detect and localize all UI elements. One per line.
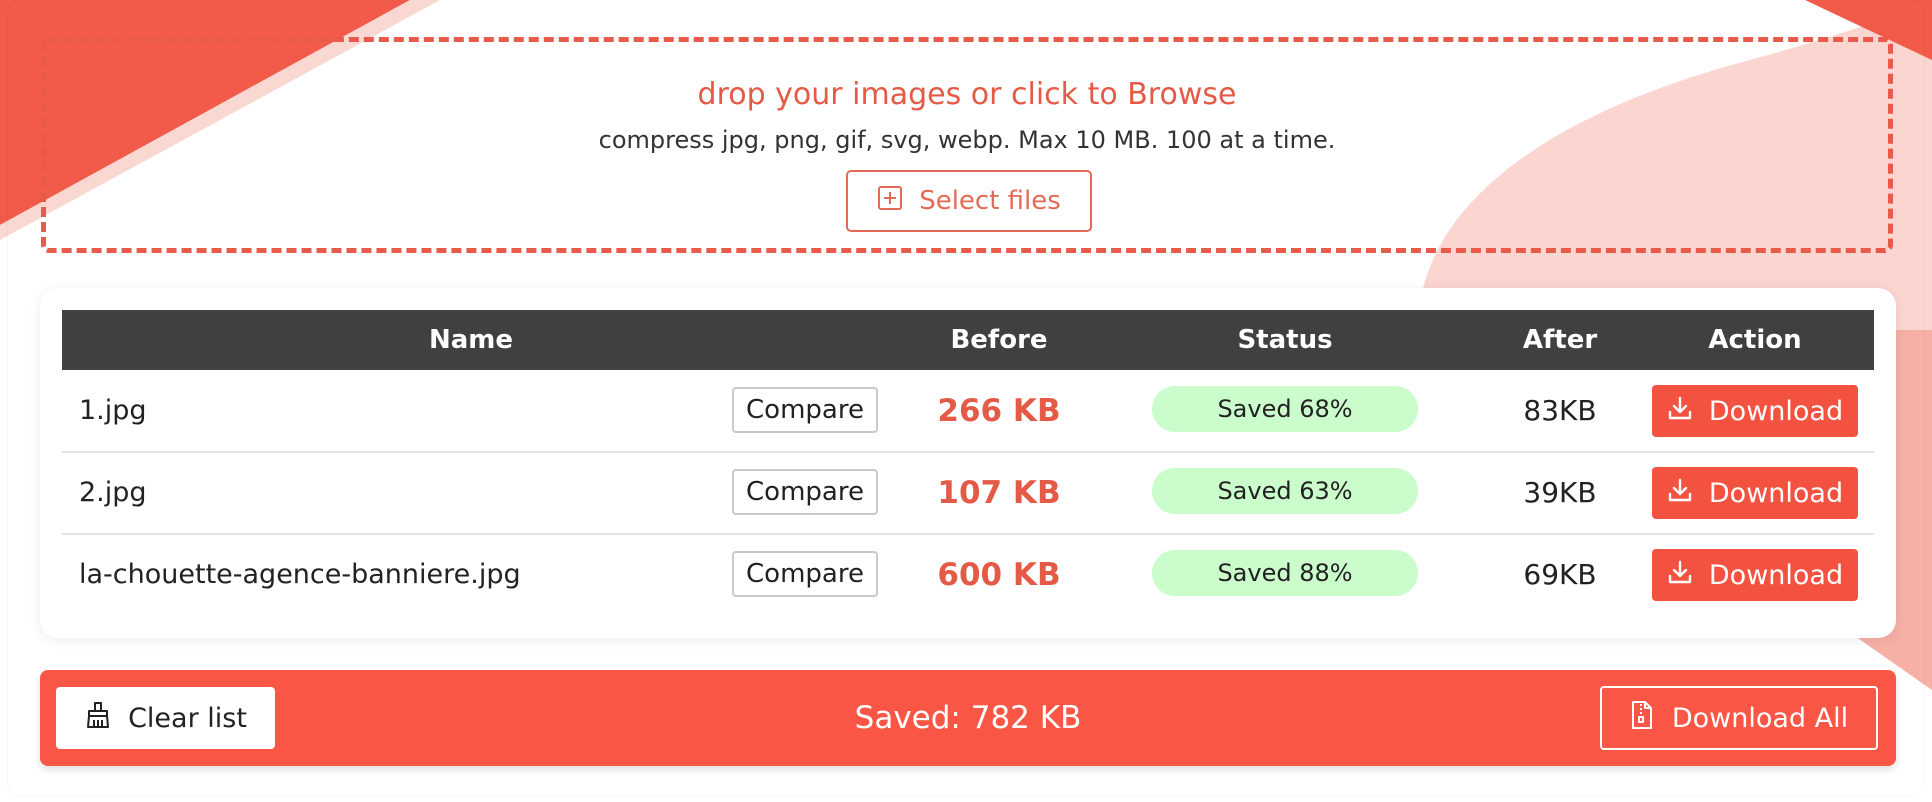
size-before: 600 KB (937, 556, 1061, 593)
select-files-label: Select files (919, 186, 1061, 216)
file-name: 1.jpg (79, 395, 147, 426)
header-after: After (1522, 325, 1598, 355)
download-all-button[interactable]: Download All (1600, 686, 1878, 750)
file-name: la-chouette-agence-banniere.jpg (79, 559, 521, 590)
size-after: 69KB (1523, 558, 1597, 591)
download-all-label: Download All (1671, 702, 1849, 734)
compare-button[interactable]: Compare (732, 551, 878, 597)
upload-dropzone[interactable]: drop your images or click to Browse comp… (41, 37, 1893, 253)
table-row: 1.jpg Compare 266 KB Saved 68% 83KB Down… (62, 370, 1874, 453)
compare-button[interactable]: Compare (732, 387, 878, 433)
file-name: 2.jpg (79, 477, 147, 508)
status-badge: Saved 88% (1152, 550, 1418, 596)
size-before: 266 KB (937, 392, 1061, 429)
download-icon (1667, 395, 1693, 428)
table-row: la-chouette-agence-banniere.jpg Compare … (62, 534, 1874, 615)
download-label: Download (1708, 559, 1844, 591)
footer-action-bar: Clear list Saved: 782 KB Download All (40, 670, 1896, 766)
header-before: Before (950, 325, 1048, 355)
download-icon (1667, 477, 1693, 510)
zip-file-icon (1630, 700, 1654, 737)
results-table: Name Before Status After Action 1.jpg Co… (40, 288, 1896, 638)
select-files-button[interactable]: Select files (846, 170, 1092, 232)
dropzone-title: drop your images or click to Browse (697, 77, 1237, 112)
download-button[interactable]: Download (1652, 385, 1858, 437)
compare-button[interactable]: Compare (732, 469, 878, 515)
table-header: Name Before Status After Action (62, 310, 1874, 370)
download-label: Download (1708, 395, 1844, 427)
header-action: Action (1708, 325, 1802, 355)
size-after: 83KB (1523, 394, 1597, 427)
status-badge: Saved 68% (1152, 386, 1418, 432)
header-name: Name (428, 325, 514, 355)
download-button[interactable]: Download (1652, 549, 1858, 601)
header-status: Status (1237, 325, 1333, 355)
download-button[interactable]: Download (1652, 467, 1858, 519)
status-badge: Saved 63% (1152, 468, 1418, 514)
plus-square-icon (877, 185, 903, 218)
table-row: 2.jpg Compare 107 KB Saved 63% 39KB Down… (62, 452, 1874, 535)
size-after: 39KB (1523, 476, 1597, 509)
dropzone-subtitle: compress jpg, png, gif, svg, webp. Max 1… (598, 126, 1336, 154)
download-label: Download (1708, 477, 1844, 509)
size-before: 107 KB (937, 474, 1061, 511)
download-icon (1667, 559, 1693, 592)
